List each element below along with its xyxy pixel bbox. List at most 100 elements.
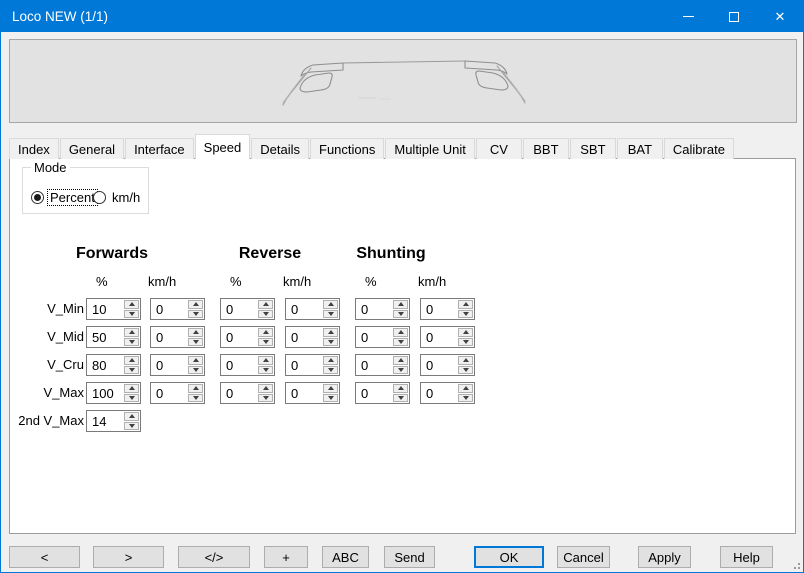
spin-up-button[interactable] [124,300,139,309]
spinner-value[interactable]: 0 [151,327,187,347]
spin-down-button[interactable] [323,338,338,347]
spin-down-button[interactable] [258,310,273,319]
spinner-value[interactable]: 0 [151,383,187,403]
spin-down-button[interactable] [188,366,203,375]
spin-up-button[interactable] [393,356,408,365]
spinner-value[interactable]: 100 [87,383,123,403]
spin-up-button[interactable] [458,300,473,309]
tab-bat[interactable]: BAT [617,138,663,159]
spin-up-button[interactable] [188,384,203,393]
tab-interface[interactable]: Interface [125,138,194,159]
spinner-value[interactable]: 0 [286,299,322,319]
prev-button[interactable]: < [9,546,80,568]
spin-up-button[interactable] [188,356,203,365]
spinner-value[interactable]: 14 [87,411,123,431]
spinner-value[interactable]: 50 [87,327,123,347]
spin-up-button[interactable] [323,356,338,365]
spin-up-button[interactable] [458,328,473,337]
tab-general[interactable]: General [60,138,124,159]
spin-up-button[interactable] [258,356,273,365]
spin-down-button[interactable] [188,338,203,347]
spin-up-button[interactable] [393,328,408,337]
spin-down-button[interactable] [124,394,139,403]
spinner-value[interactable]: 0 [221,355,257,375]
spinner-value[interactable]: 0 [221,299,257,319]
spin-down-button[interactable] [458,394,473,403]
close-button[interactable]: ✕ [757,1,803,32]
send-button[interactable]: Send [384,546,435,568]
tab-functions[interactable]: Functions [310,138,384,159]
spinner-value[interactable]: 10 [87,299,123,319]
spin-down-button[interactable] [323,310,338,319]
cancel-button[interactable]: Cancel [557,546,610,568]
spin-down-button[interactable] [124,310,139,319]
spinner-value[interactable]: 0 [286,327,322,347]
spin-up-button[interactable] [258,300,273,309]
spinner-value[interactable]: 0 [421,355,457,375]
spinner-value[interactable]: 0 [421,327,457,347]
tab-details[interactable]: Details [251,138,309,159]
spin-up-button[interactable] [124,384,139,393]
tab-index[interactable]: Index [9,138,59,159]
spin-down-button[interactable] [124,338,139,347]
code-button[interactable]: </> [178,546,250,568]
spin-up-button[interactable] [458,356,473,365]
spinner-value[interactable]: 0 [221,383,257,403]
spin-down-button[interactable] [188,310,203,319]
spin-down-button[interactable] [323,394,338,403]
spin-up-button[interactable] [188,300,203,309]
radio-option-percent[interactable]: Percent [31,190,97,205]
spinner-value[interactable]: 0 [421,383,457,403]
add-button[interactable]: + [264,546,308,568]
help-button[interactable]: Help [720,546,773,568]
apply-button[interactable]: Apply [638,546,691,568]
spin-down-button[interactable] [393,310,408,319]
maximize-button[interactable] [711,1,757,32]
spin-down-button[interactable] [188,394,203,403]
spin-down-button[interactable] [258,338,273,347]
spin-down-button[interactable] [393,338,408,347]
spinner-value[interactable]: 0 [356,383,392,403]
tab-calibrate[interactable]: Calibrate [664,138,734,159]
spin-up-button[interactable] [393,384,408,393]
spin-down-button[interactable] [258,394,273,403]
spin-up-button[interactable] [458,384,473,393]
spin-up-button[interactable] [258,328,273,337]
next-button[interactable]: > [93,546,164,568]
resize-grip[interactable] [790,559,800,569]
spin-up-button[interactable] [258,384,273,393]
spinner-value[interactable]: 0 [221,327,257,347]
spin-up-button[interactable] [323,328,338,337]
spin-up-button[interactable] [393,300,408,309]
spinner-value[interactable]: 0 [356,327,392,347]
spinner-value[interactable]: 0 [286,355,322,375]
spin-down-button[interactable] [124,366,139,375]
spin-down-button[interactable] [458,366,473,375]
tab-sbt[interactable]: SBT [570,138,616,159]
spin-down-button[interactable] [124,422,139,431]
spin-down-button[interactable] [258,366,273,375]
spinner-value[interactable]: 0 [421,299,457,319]
tab-speed[interactable]: Speed [195,134,251,159]
spin-up-button[interactable] [124,328,139,337]
spinner-value[interactable]: 0 [151,299,187,319]
abc-button[interactable]: ABC [322,546,369,568]
spin-down-button[interactable] [458,338,473,347]
spin-up-button[interactable] [124,412,139,421]
minimize-button[interactable] [665,1,711,32]
radio-option-km-h[interactable]: km/h [93,190,142,205]
tab-bbt[interactable]: BBT [523,138,569,159]
tab-cv[interactable]: CV [476,138,522,159]
spin-up-button[interactable] [124,356,139,365]
spin-up-button[interactable] [188,328,203,337]
tab-multiple-unit[interactable]: Multiple Unit [385,138,475,159]
spinner-value[interactable]: 0 [151,355,187,375]
spinner-value[interactable]: 80 [87,355,123,375]
spinner-value[interactable]: 0 [356,299,392,319]
spin-down-button[interactable] [458,310,473,319]
spinner-value[interactable]: 0 [286,383,322,403]
spin-down-button[interactable] [393,394,408,403]
spin-down-button[interactable] [323,366,338,375]
spin-up-button[interactable] [323,384,338,393]
radio-percent-circle[interactable] [31,191,44,204]
